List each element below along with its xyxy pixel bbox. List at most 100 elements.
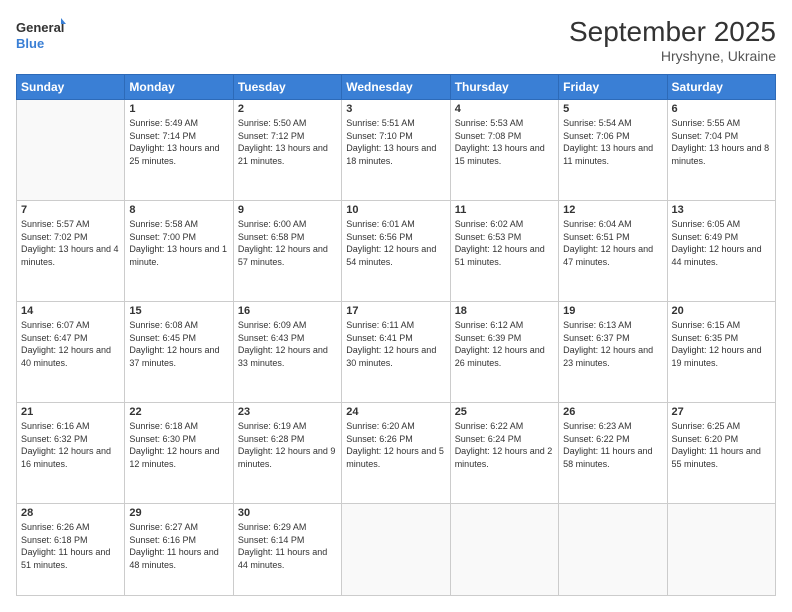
day-number: 26 <box>563 406 662 418</box>
day-number: 27 <box>672 406 771 418</box>
cell-w4-d6: 26 Sunrise: 6:23 AM Sunset: 6:22 PM Dayli… <box>559 403 667 504</box>
day-info: Sunrise: 5:57 AM Sunset: 7:02 PM Dayligh… <box>21 218 120 268</box>
cell-w3-d3: 16 Sunrise: 6:09 AM Sunset: 6:43 PM Dayli… <box>233 302 341 403</box>
day-number: 7 <box>21 204 120 216</box>
day-number: 25 <box>455 406 554 418</box>
day-number: 23 <box>238 406 337 418</box>
day-info: Sunrise: 6:23 AM Sunset: 6:22 PM Dayligh… <box>563 420 662 470</box>
day-info: Sunrise: 6:08 AM Sunset: 6:45 PM Dayligh… <box>129 319 228 369</box>
cell-w3-d2: 15Sunrise: 6:08 AM Sunset: 6:45 PM Dayli… <box>125 302 233 403</box>
svg-text:Blue: Blue <box>16 36 44 51</box>
day-info: Sunrise: 6:04 AM Sunset: 6:51 PM Dayligh… <box>563 218 662 268</box>
cell-w2-d2: 8 Sunrise: 5:58 AM Sunset: 7:00 PM Daylig… <box>125 201 233 302</box>
day-info: Sunrise: 5:55 AM Sunset: 7:04 PM Dayligh… <box>672 117 771 167</box>
day-info: Sunrise: 5:54 AM Sunset: 7:06 PM Dayligh… <box>563 117 662 167</box>
day-number: 29 <box>129 507 228 519</box>
subtitle: Hryshyne, Ukraine <box>569 48 776 64</box>
day-info: Sunrise: 5:53 AM Sunset: 7:08 PM Dayligh… <box>455 117 554 167</box>
week-row-4: 21 Sunrise: 6:16 AM Sunset: 6:32 PM Dayli… <box>17 403 776 504</box>
day-info: Sunrise: 6:05 AM Sunset: 6:49 PM Dayligh… <box>672 218 771 268</box>
cell-w1-d6: 5 Sunrise: 5:54 AM Sunset: 7:06 PM Daylig… <box>559 100 667 201</box>
day-number: 6 <box>672 103 771 115</box>
day-info: Sunrise: 6:15 AM Sunset: 6:35 PM Dayligh… <box>672 319 771 369</box>
title-section: September 2025 Hryshyne, Ukraine <box>569 16 776 64</box>
svg-text:General: General <box>16 20 64 35</box>
day-info: Sunrise: 6:13 AM Sunset: 6:37 PM Dayligh… <box>563 319 662 369</box>
cell-w1-d1 <box>17 100 125 201</box>
day-info: Sunrise: 6:11 AM Sunset: 6:41 PM Dayligh… <box>346 319 445 369</box>
day-info: Sunrise: 6:16 AM Sunset: 6:32 PM Dayligh… <box>21 420 120 470</box>
day-number: 3 <box>346 103 445 115</box>
cell-w5-d1: 28 Sunrise: 6:26 AM Sunset: 6:18 PM Dayli… <box>17 504 125 596</box>
cell-w5-d4 <box>342 504 450 596</box>
day-number: 2 <box>238 103 337 115</box>
day-number: 17 <box>346 305 445 317</box>
cell-w1-d4: 3 Sunrise: 5:51 AM Sunset: 7:10 PM Daylig… <box>342 100 450 201</box>
day-number: 19 <box>563 305 662 317</box>
day-info: Sunrise: 6:29 AM Sunset: 6:14 PM Dayligh… <box>238 521 337 571</box>
week-row-1: 1Sunrise: 5:49 AM Sunset: 7:14 PM Daylig… <box>17 100 776 201</box>
day-number: 5 <box>563 103 662 115</box>
day-info: Sunrise: 6:22 AM Sunset: 6:24 PM Dayligh… <box>455 420 554 470</box>
header-saturday: Saturday <box>667 75 775 100</box>
cell-w1-d5: 4 Sunrise: 5:53 AM Sunset: 7:08 PM Daylig… <box>450 100 558 201</box>
cell-w1-d2: 1Sunrise: 5:49 AM Sunset: 7:14 PM Daylig… <box>125 100 233 201</box>
header-thursday: Thursday <box>450 75 558 100</box>
day-number: 20 <box>672 305 771 317</box>
cell-w4-d7: 27 Sunrise: 6:25 AM Sunset: 6:20 PM Dayli… <box>667 403 775 504</box>
cell-w2-d7: 13 Sunrise: 6:05 AM Sunset: 6:49 PM Dayli… <box>667 201 775 302</box>
day-number: 21 <box>21 406 120 418</box>
logo-svg: General Blue <box>16 16 66 54</box>
header-wednesday: Wednesday <box>342 75 450 100</box>
day-info: Sunrise: 6:09 AM Sunset: 6:43 PM Dayligh… <box>238 319 337 369</box>
cell-w2-d3: 9Sunrise: 6:00 AM Sunset: 6:58 PM Daylig… <box>233 201 341 302</box>
day-number: 4 <box>455 103 554 115</box>
day-info: Sunrise: 6:27 AM Sunset: 6:16 PM Dayligh… <box>129 521 228 571</box>
day-number: 14 <box>21 305 120 317</box>
cell-w3-d1: 14 Sunrise: 6:07 AM Sunset: 6:47 PM Dayli… <box>17 302 125 403</box>
header-tuesday: Tuesday <box>233 75 341 100</box>
cell-w3-d4: 17 Sunrise: 6:11 AM Sunset: 6:41 PM Dayli… <box>342 302 450 403</box>
cell-w3-d5: 18Sunrise: 6:12 AM Sunset: 6:39 PM Dayli… <box>450 302 558 403</box>
day-info: Sunrise: 6:20 AM Sunset: 6:26 PM Dayligh… <box>346 420 445 470</box>
day-info: Sunrise: 6:02 AM Sunset: 6:53 PM Dayligh… <box>455 218 554 268</box>
day-info: Sunrise: 6:12 AM Sunset: 6:39 PM Dayligh… <box>455 319 554 369</box>
day-number: 16 <box>238 305 337 317</box>
cell-w2-d4: 10Sunrise: 6:01 AM Sunset: 6:56 PM Dayli… <box>342 201 450 302</box>
cell-w4-d3: 23Sunrise: 6:19 AM Sunset: 6:28 PM Dayli… <box>233 403 341 504</box>
cell-w5-d3: 30 Sunrise: 6:29 AM Sunset: 6:14 PM Dayli… <box>233 504 341 596</box>
day-number: 8 <box>129 204 228 216</box>
day-info: Sunrise: 6:18 AM Sunset: 6:30 PM Dayligh… <box>129 420 228 470</box>
cell-w2-d1: 7 Sunrise: 5:57 AM Sunset: 7:02 PM Daylig… <box>17 201 125 302</box>
day-info: Sunrise: 5:50 AM Sunset: 7:12 PM Dayligh… <box>238 117 337 167</box>
cell-w5-d2: 29 Sunrise: 6:27 AM Sunset: 6:16 PM Dayli… <box>125 504 233 596</box>
cell-w1-d7: 6 Sunrise: 5:55 AM Sunset: 7:04 PM Daylig… <box>667 100 775 201</box>
cell-w2-d6: 12 Sunrise: 6:04 AM Sunset: 6:51 PM Dayli… <box>559 201 667 302</box>
header-sunday: Sunday <box>17 75 125 100</box>
month-title: September 2025 <box>569 16 776 48</box>
cell-w4-d4: 24 Sunrise: 6:20 AM Sunset: 6:26 PM Dayli… <box>342 403 450 504</box>
week-row-2: 7 Sunrise: 5:57 AM Sunset: 7:02 PM Daylig… <box>17 201 776 302</box>
day-number: 22 <box>129 406 228 418</box>
header: General Blue September 2025 Hryshyne, Uk… <box>16 16 776 64</box>
day-number: 30 <box>238 507 337 519</box>
logo: General Blue <box>16 16 66 54</box>
day-number: 24 <box>346 406 445 418</box>
cell-w5-d5 <box>450 504 558 596</box>
week-row-3: 14 Sunrise: 6:07 AM Sunset: 6:47 PM Dayli… <box>17 302 776 403</box>
day-info: Sunrise: 6:25 AM Sunset: 6:20 PM Dayligh… <box>672 420 771 470</box>
day-info: Sunrise: 5:58 AM Sunset: 7:00 PM Dayligh… <box>129 218 228 268</box>
day-number: 12 <box>563 204 662 216</box>
day-info: Sunrise: 5:51 AM Sunset: 7:10 PM Dayligh… <box>346 117 445 167</box>
day-number: 13 <box>672 204 771 216</box>
day-number: 28 <box>21 507 120 519</box>
day-number: 11 <box>455 204 554 216</box>
cell-w2-d5: 11 Sunrise: 6:02 AM Sunset: 6:53 PM Dayli… <box>450 201 558 302</box>
day-number: 9 <box>238 204 337 216</box>
cell-w1-d3: 2 Sunrise: 5:50 AM Sunset: 7:12 PM Daylig… <box>233 100 341 201</box>
header-friday: Friday <box>559 75 667 100</box>
day-info: Sunrise: 5:49 AM Sunset: 7:14 PM Dayligh… <box>129 117 228 167</box>
day-info: Sunrise: 6:07 AM Sunset: 6:47 PM Dayligh… <box>21 319 120 369</box>
day-info: Sunrise: 6:26 AM Sunset: 6:18 PM Dayligh… <box>21 521 120 571</box>
header-monday: Monday <box>125 75 233 100</box>
